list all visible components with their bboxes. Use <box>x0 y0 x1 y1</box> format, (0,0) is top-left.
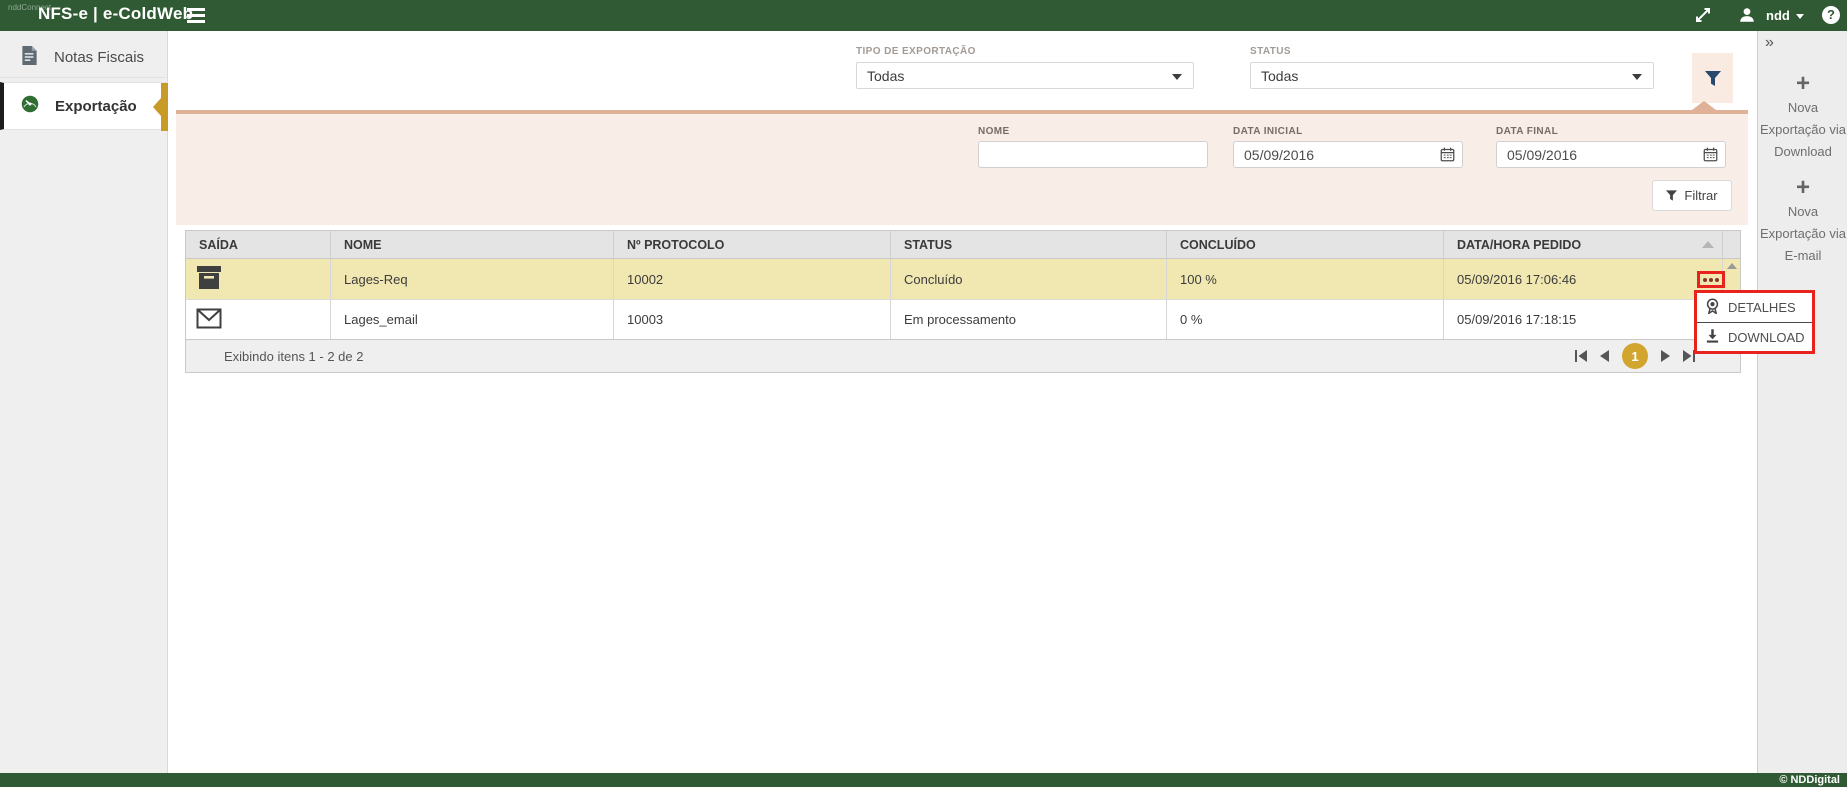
plus-icon: + <box>1758 71 1847 97</box>
next-page-icon[interactable] <box>1661 350 1670 362</box>
row-actions-button[interactable] <box>1697 271 1725 288</box>
sidebar-item-exportacao[interactable]: Exportação <box>0 82 168 130</box>
funnel-icon <box>1666 190 1677 201</box>
action-label: Nova Exportação via E-mail <box>1760 204 1846 263</box>
status-select[interactable]: Todas <box>1250 62 1654 89</box>
details-icon <box>1705 298 1720 317</box>
plus-icon: + <box>1758 175 1847 201</box>
data-hora-cell: 05/09/2016 17:18:15 <box>1444 300 1723 339</box>
scroll-up-icon[interactable] <box>1727 263 1737 269</box>
sidebar: Notas Fiscais Exportação <box>0 31 168 773</box>
user-menu[interactable]: ndd <box>1766 8 1804 23</box>
nova-exportacao-download-button[interactable]: + Nova Exportação via Download <box>1758 71 1847 163</box>
sidebar-item-label: Exportação <box>55 98 137 115</box>
status-label: STATUS <box>1250 46 1654 57</box>
tipo-exportacao-value: Todas <box>867 68 904 84</box>
sidebar-item-label: Notas Fiscais <box>54 49 144 66</box>
items-summary: Exibindo itens 1 - 2 de 2 <box>224 349 363 364</box>
sort-asc-icon[interactable] <box>1702 241 1714 248</box>
app-title: NFS-e | e-ColdWeb <box>38 4 193 24</box>
right-action-panel: » + Nova Exportação via Download + Nova … <box>1757 31 1847 773</box>
prev-page-icon[interactable] <box>1600 350 1609 362</box>
row-context-menu: DETALHES DOWNLOAD <box>1694 290 1815 354</box>
saida-cell <box>186 259 331 299</box>
data-final-input[interactable] <box>1496 141 1726 168</box>
nome-cell: Lages_email <box>331 300 614 339</box>
menu-item-label: DETALHES <box>1728 300 1796 315</box>
table-row[interactable]: Lages_email 10003 Em processamento 0 % 0… <box>186 299 1740 339</box>
col-concluido[interactable]: CONCLUÍDO <box>1167 231 1444 258</box>
concluido-cell: 100 % <box>1167 259 1444 299</box>
scroll-column-header <box>1723 231 1740 258</box>
pagination: 1 <box>1575 340 1695 372</box>
nova-exportacao-email-button[interactable]: + Nova Exportação via E-mail <box>1758 175 1847 267</box>
concluido-cell: 0 % <box>1167 300 1444 339</box>
dashboard-icon <box>21 95 39 117</box>
exports-table: SAÍDA NOME Nº PROTOCOLO STATUS CONCLUÍDO… <box>185 230 1741 373</box>
protocolo-cell: 10003 <box>614 300 891 339</box>
user-avatar-icon[interactable] <box>1738 6 1756 24</box>
tipo-exportacao-select[interactable]: Todas <box>856 62 1194 89</box>
filtrar-button[interactable]: Filtrar <box>1652 180 1732 211</box>
document-icon <box>21 46 38 69</box>
saida-cell <box>186 300 331 339</box>
calendar-icon[interactable] <box>1703 147 1718 167</box>
calendar-icon[interactable] <box>1440 147 1455 167</box>
data-final-field: DATA FINAL <box>1496 126 1726 168</box>
table-footer: Exibindo itens 1 - 2 de 2 1 <box>186 339 1740 372</box>
data-inicial-label: DATA INICIAL <box>1233 126 1463 137</box>
filter-toggle-button[interactable] <box>1692 53 1733 103</box>
bottom-bar: © NDDigital <box>0 773 1847 787</box>
col-nome[interactable]: NOME <box>331 231 614 258</box>
copyright: © NDDigital <box>1779 774 1840 786</box>
menu-item-download[interactable]: DOWNLOAD <box>1697 322 1812 351</box>
data-inicial-field: DATA INICIAL <box>1233 126 1463 168</box>
envelope-icon <box>196 308 222 332</box>
col-status[interactable]: STATUS <box>891 231 1167 258</box>
status-cell: Em processamento <box>891 300 1167 339</box>
collapse-panel-icon[interactable]: » <box>1765 34 1774 52</box>
hamburger-menu-icon[interactable] <box>187 8 205 23</box>
data-hora-cell: 05/09/2016 17:06:46 <box>1444 259 1723 299</box>
nome-field: NOME <box>978 126 1208 168</box>
top-bar: nddConnect NFS-e | e-ColdWeb ndd ? <box>0 0 1847 31</box>
chevron-down-icon <box>1172 74 1182 80</box>
status-cell: Concluído <box>891 259 1167 299</box>
chevron-down-icon <box>1796 14 1804 19</box>
tipo-exportacao-filter: TIPO DE EXPORTAÇÃO Todas <box>856 46 1194 89</box>
data-final-label: DATA FINAL <box>1496 126 1726 137</box>
action-label: Nova Exportação via Download <box>1760 100 1846 159</box>
app-window: nddConnect NFS-e | e-ColdWeb ndd ? Notas… <box>0 0 1847 787</box>
first-page-icon[interactable] <box>1575 350 1587 362</box>
table-row[interactable]: Lages-Req 10002 Concluído 100 % 05/09/20… <box>186 259 1740 299</box>
fullscreen-expand-icon[interactable] <box>1694 6 1712 24</box>
tipo-exportacao-label: TIPO DE EXPORTAÇÃO <box>856 46 1194 57</box>
status-value: Todas <box>1261 68 1298 84</box>
nome-input[interactable] <box>978 141 1208 168</box>
col-data-hora[interactable]: DATA/HORA PEDIDO <box>1444 231 1723 258</box>
username: ndd <box>1766 8 1790 23</box>
menu-item-detalhes[interactable]: DETALHES <box>1697 293 1812 322</box>
archive-icon <box>196 265 222 293</box>
chevron-down-icon <box>1632 74 1642 80</box>
menu-item-label: DOWNLOAD <box>1728 330 1805 345</box>
protocolo-cell: 10002 <box>614 259 891 299</box>
main-content: TIPO DE EXPORTAÇÃO Todas STATUS Todas NO… <box>168 31 1757 773</box>
col-saida[interactable]: SAÍDA <box>186 231 331 258</box>
filter-panel: NOME DATA INICIAL DATA FINAL <box>176 110 1748 225</box>
nome-cell: Lages-Req <box>331 259 614 299</box>
status-filter: STATUS Todas <box>1250 46 1654 89</box>
table-header: SAÍDA NOME Nº PROTOCOLO STATUS CONCLUÍDO… <box>186 231 1740 259</box>
data-inicial-input[interactable] <box>1233 141 1463 168</box>
col-protocolo[interactable]: Nº PROTOCOLO <box>614 231 891 258</box>
filtrar-label: Filtrar <box>1684 188 1717 203</box>
page-number-button[interactable]: 1 <box>1622 343 1648 369</box>
help-icon[interactable]: ? <box>1822 6 1840 24</box>
nome-label: NOME <box>978 126 1208 137</box>
sidebar-item-notas-fiscais[interactable]: Notas Fiscais <box>0 38 168 78</box>
panel-notch <box>1692 101 1716 110</box>
download-icon <box>1705 328 1720 346</box>
funnel-icon <box>1705 71 1721 86</box>
